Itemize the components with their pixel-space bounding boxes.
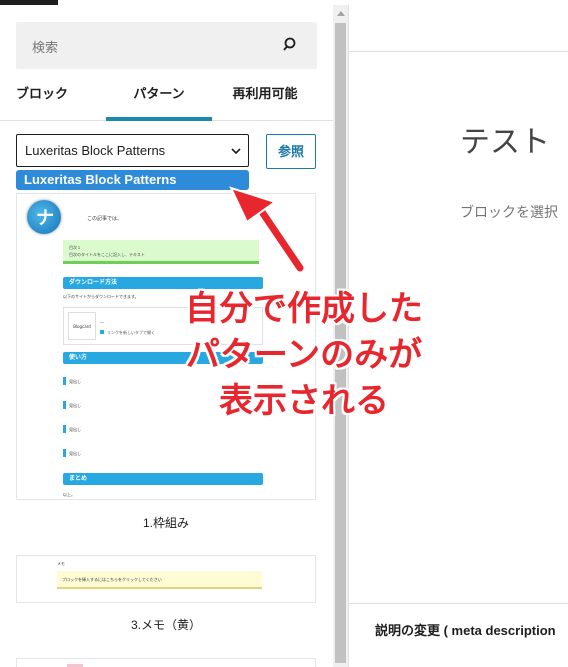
pattern-category-select[interactable]: Luxeritas Block Patterns: [16, 134, 249, 167]
pattern-caption: 3.メモ（黄）: [130, 618, 201, 632]
editor-header-divider: [349, 51, 568, 52]
tab-blocks[interactable]: ブロック: [0, 81, 82, 121]
preview-heading-summary: まとめ: [63, 473, 263, 485]
site-logo: ナ: [27, 200, 61, 234]
tab-patterns[interactable]: パターン: [106, 81, 212, 121]
inserter-tabs: ブロック パターン 再利用可能: [0, 81, 333, 121]
annotation-line-1: 自分で作成した: [185, 289, 423, 329]
search-input[interactable]: 検索: [16, 22, 317, 69]
preview-blogcard-line-1: ―: [100, 320, 104, 325]
preview-item-bar: [63, 401, 66, 409]
preview-memo-text: ブロックを挿入するにはこちらをクリックしてください: [62, 577, 162, 582]
preview-toc-line-1: 目次１: [69, 245, 81, 250]
search-placeholder: 検索: [32, 40, 59, 55]
preview-footer-text: 以上。: [63, 492, 75, 497]
preview-download-text: 以下のサイトからダウンロードできます。: [63, 294, 139, 299]
preview-memo-tag: メモ: [57, 561, 65, 566]
annotation-line-2: パターンのみが: [185, 335, 423, 375]
preview-item-text: 見出し: [69, 379, 81, 384]
logo-letter: ナ: [36, 208, 54, 229]
chevron-down-icon: [231, 148, 241, 155]
preview-toc-box: 目次１ 目次のタイトルをここに記入し、テキスト: [63, 240, 259, 264]
post-title[interactable]: テスト: [460, 117, 550, 161]
pattern-caption: 1.枠組み: [142, 516, 189, 530]
annotation-callout: 自分で作成した パターンのみが 表示される: [176, 286, 432, 424]
pattern-category-value: Luxeritas Block Patterns: [25, 143, 166, 158]
tab-reusable[interactable]: 再利用可能: [212, 81, 318, 121]
preview-item-text: 見出し: [69, 451, 81, 456]
preview-memo-box: ブロックを挿入するにはこちらをクリックしてください: [57, 571, 262, 589]
category-dropdown-option[interactable]: Luxeritas Block Patterns: [16, 170, 249, 190]
pattern-card-next[interactable]: [16, 658, 316, 667]
preview-item-bar: [63, 377, 66, 385]
meta-description-label: 説明の変更 ( meta description: [375, 623, 556, 638]
search-icon[interactable]: [281, 35, 301, 55]
preview-item-text: 見出し: [69, 427, 81, 432]
preview-item-bar: [63, 425, 66, 433]
pattern-card-memo-yellow[interactable]: メモ ブロックを挿入するにはこちらをクリックしてください: [16, 555, 316, 603]
annotation-line-3: 表示される: [219, 381, 389, 421]
preview-blogcard-line-2: リンクを新しいタブで開く: [107, 330, 155, 335]
scroll-up-icon[interactable]: [337, 11, 345, 16]
preview-item-bar: [63, 449, 66, 457]
preview-intro-text: この記事では、: [87, 216, 123, 222]
meta-divider: [349, 603, 568, 604]
preview-toc-line-2: 目次のタイトルをここに記入し、テキスト: [69, 252, 145, 257]
checkbox-icon: [100, 330, 104, 334]
preview-blogcard-thumb: Blogcard: [68, 312, 96, 340]
preview-item-text: 見出し: [69, 403, 81, 408]
block-placeholder[interactable]: ブロックを選択: [460, 202, 558, 222]
browse-patterns-button[interactable]: 参照: [266, 134, 316, 169]
